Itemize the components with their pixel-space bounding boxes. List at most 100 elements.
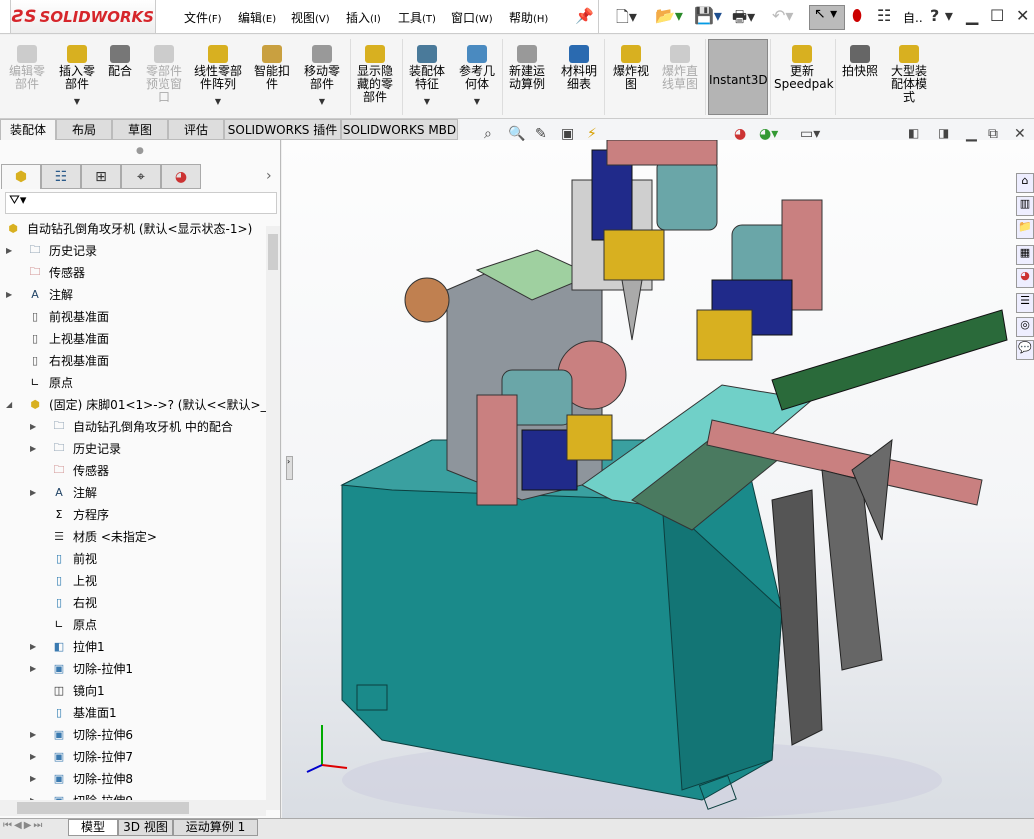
tab-command-1[interactable]: 布局 [56, 119, 112, 140]
tree-item[interactable]: ▶ A 注解 [30, 482, 97, 502]
caret-right-icon[interactable]: ▶ [30, 488, 40, 497]
search-commands[interactable]: 自.. [903, 9, 923, 26]
tree-item[interactable]: ▶ 🗀 自动钻孔倒角攻牙机 中的配合 [30, 416, 233, 436]
tab-command-0[interactable]: 装配体 [0, 119, 56, 140]
tab-command-2[interactable]: 草图 [112, 119, 168, 140]
caret-right-icon[interactable]: ▶ [30, 444, 40, 453]
solidworks-logo[interactable]: ƧS SOLIDWORKS [10, 0, 156, 34]
menu-item-3[interactable]: 插入(I) [346, 9, 381, 26]
caret-down-icon[interactable]: ◢ [6, 400, 16, 409]
menu-item-2[interactable]: 视图(V) [291, 9, 330, 26]
view-settings-icon[interactable]: ▭▾ [800, 126, 820, 142]
custom-properties-icon[interactable]: ☰ [1016, 293, 1034, 313]
tree-item[interactable]: 🗀 传感器 [30, 460, 110, 480]
window-restore-icon[interactable]: ⧉ [988, 126, 998, 142]
tree-item[interactable]: ▶ 🗀 历史记录 [6, 240, 97, 260]
dropdown-arrow-icon[interactable]: ▼ [455, 95, 499, 108]
tab-scroll-arrows[interactable]: ⏮◀▶⏭ [3, 820, 44, 831]
previous-view-icon[interactable]: ✎ [535, 126, 547, 142]
ribbon-button-2[interactable]: 配合 [104, 45, 136, 78]
print-icon[interactable]: 🖶▾ [732, 6, 755, 33]
menu-item-6[interactable]: 帮助(H) [509, 9, 548, 26]
tree-item[interactable]: ☰ 材质 <未指定> [30, 526, 157, 546]
ribbon-button-12[interactable]: 爆炸视图 [609, 45, 653, 91]
help-button[interactable]: ? ▾ [930, 6, 953, 25]
tree-item[interactable]: ▶ ▣ 切除-拉伸7 [30, 746, 133, 766]
configuration-manager-tab[interactable]: ⊞ [81, 164, 121, 189]
tree-item[interactable]: ◢ ⬢ (固定) 床脚01<1>->? (默认<<默认>_显 [6, 394, 279, 414]
traffic-light-icon[interactable]: ⬮ [852, 6, 862, 26]
caret-right-icon[interactable]: ▶ [30, 642, 40, 651]
ribbon-button-5[interactable]: 智能扣件 [251, 45, 293, 91]
ribbon-button-4[interactable]: 线性零部件阵列 ▼ [190, 45, 246, 108]
ribbon-button-15[interactable]: 更新Speedpak [774, 45, 834, 91]
forum-icon[interactable]: ◎ [1016, 317, 1034, 337]
tab-bottom-1[interactable]: 3D 视图 [118, 819, 173, 836]
minimize-button[interactable]: ▁ [966, 6, 978, 25]
caret-right-icon[interactable]: ▶ [30, 664, 40, 673]
ribbon-button-3[interactable]: 零部件预览窗口 [142, 45, 186, 104]
tab-bottom-2[interactable]: 运动算例 1 [173, 819, 258, 836]
ribbon-button-9[interactable]: 参考几何体 ▼ [455, 45, 499, 108]
tree-item[interactable]: ▯ 上视 [30, 570, 97, 590]
tree-item[interactable]: ▶ ▣ 切除-拉伸8 [30, 768, 133, 788]
tree-item[interactable]: ⬢ 自动钻孔倒角攻牙机 (默认<显示状态-1>) [4, 218, 252, 238]
file-explorer-icon[interactable]: 📁 [1016, 219, 1034, 239]
options-icon[interactable]: ☷ [877, 6, 891, 25]
prev-window-icon[interactable]: ◧ [908, 126, 919, 140]
tree-item[interactable]: 🗀 传感器 [6, 262, 86, 282]
comments-icon[interactable]: 💬 [1016, 340, 1034, 360]
menu-item-1[interactable]: 编辑(E) [238, 9, 276, 26]
tree-item[interactable]: ▶ ▣ 切除-拉伸6 [30, 724, 133, 744]
tree-item[interactable]: ▯ 上视基准面 [6, 328, 109, 348]
edit-appearance-icon[interactable]: ◕ [734, 126, 746, 142]
ribbon-button-0[interactable]: 编辑零部件 [6, 45, 48, 91]
tree-item[interactable]: ▯ 前视 [30, 548, 97, 568]
pin-icon[interactable]: 📌 [575, 7, 594, 25]
tree-item[interactable]: ∟ 原点 [30, 614, 97, 634]
section-view-icon[interactable]: ▣ [561, 126, 574, 142]
horizontal-scrollbar[interactable] [0, 800, 266, 816]
tree-item[interactable]: ▶ A 注解 [6, 284, 73, 304]
zoom-to-fit-icon[interactable]: ⌕ [484, 126, 492, 142]
caret-right-icon[interactable]: ▶ [30, 730, 40, 739]
splitter-handle[interactable]: ● [136, 146, 144, 156]
solidworks-resources-icon[interactable]: ⌂ [1016, 173, 1034, 193]
tree-item[interactable]: ▯ 右视 [30, 592, 97, 612]
filter-button[interactable]: ⛛▾ [5, 192, 277, 214]
display-manager-tab[interactable]: ◕ [161, 164, 201, 189]
window-close-icon[interactable]: ✕ [1014, 126, 1026, 142]
chevron-right-icon[interactable]: › [266, 168, 272, 184]
vertical-scrollbar[interactable] [266, 226, 280, 810]
appearances-icon[interactable]: ◕ [1016, 268, 1034, 288]
ribbon-button-10[interactable]: 新建运动算例 [505, 45, 549, 91]
select-button[interactable]: ↖ ▾ [809, 5, 845, 30]
ribbon-button-6[interactable]: 移动零部件 ▼ [300, 45, 344, 108]
caret-right-icon[interactable]: ▶ [30, 774, 40, 783]
zoom-to-area-icon[interactable]: 🔍 [508, 126, 525, 142]
panel-collapse-handle[interactable]: › [286, 456, 293, 480]
tree-item[interactable]: ▯ 基准面1 [30, 702, 117, 722]
new-document-icon[interactable]: 🗋▾ [616, 6, 637, 33]
open-icon[interactable]: 📂▾ [655, 6, 683, 25]
menu-item-4[interactable]: 工具(T) [398, 9, 436, 26]
maximize-button[interactable]: ☐ [990, 6, 1004, 25]
tree-item[interactable]: ▶ 🗀 历史记录 [30, 438, 121, 458]
caret-right-icon[interactable]: ▶ [6, 246, 16, 255]
save-icon[interactable]: 💾▾ [694, 6, 722, 25]
tab-command-5[interactable]: SOLIDWORKS MBD [341, 119, 458, 140]
tree-item[interactable]: ∟ 原点 [6, 372, 73, 392]
dropdown-arrow-icon[interactable]: ▼ [300, 95, 344, 108]
design-library-icon[interactable]: ▥ [1016, 196, 1034, 216]
view-palette-icon[interactable]: ▦ [1016, 245, 1034, 265]
tab-bottom-0[interactable]: 模型 [68, 819, 118, 836]
feature-manager-tab[interactable]: ⬢ [1, 164, 41, 189]
caret-right-icon[interactable]: ▶ [30, 422, 40, 431]
scene-icon[interactable]: ◕▾ [759, 126, 778, 142]
tree-item[interactable]: ▯ 前视基准面 [6, 306, 109, 326]
dropdown-arrow-icon[interactable]: ▼ [56, 95, 98, 108]
tree-item[interactable]: ◫ 镜向1 [30, 680, 105, 700]
tree-item[interactable]: Σ 方程序 [30, 504, 110, 524]
tab-command-3[interactable]: 评估 [168, 119, 224, 140]
ribbon-button-17[interactable]: 大型装配体模式 [886, 45, 932, 104]
